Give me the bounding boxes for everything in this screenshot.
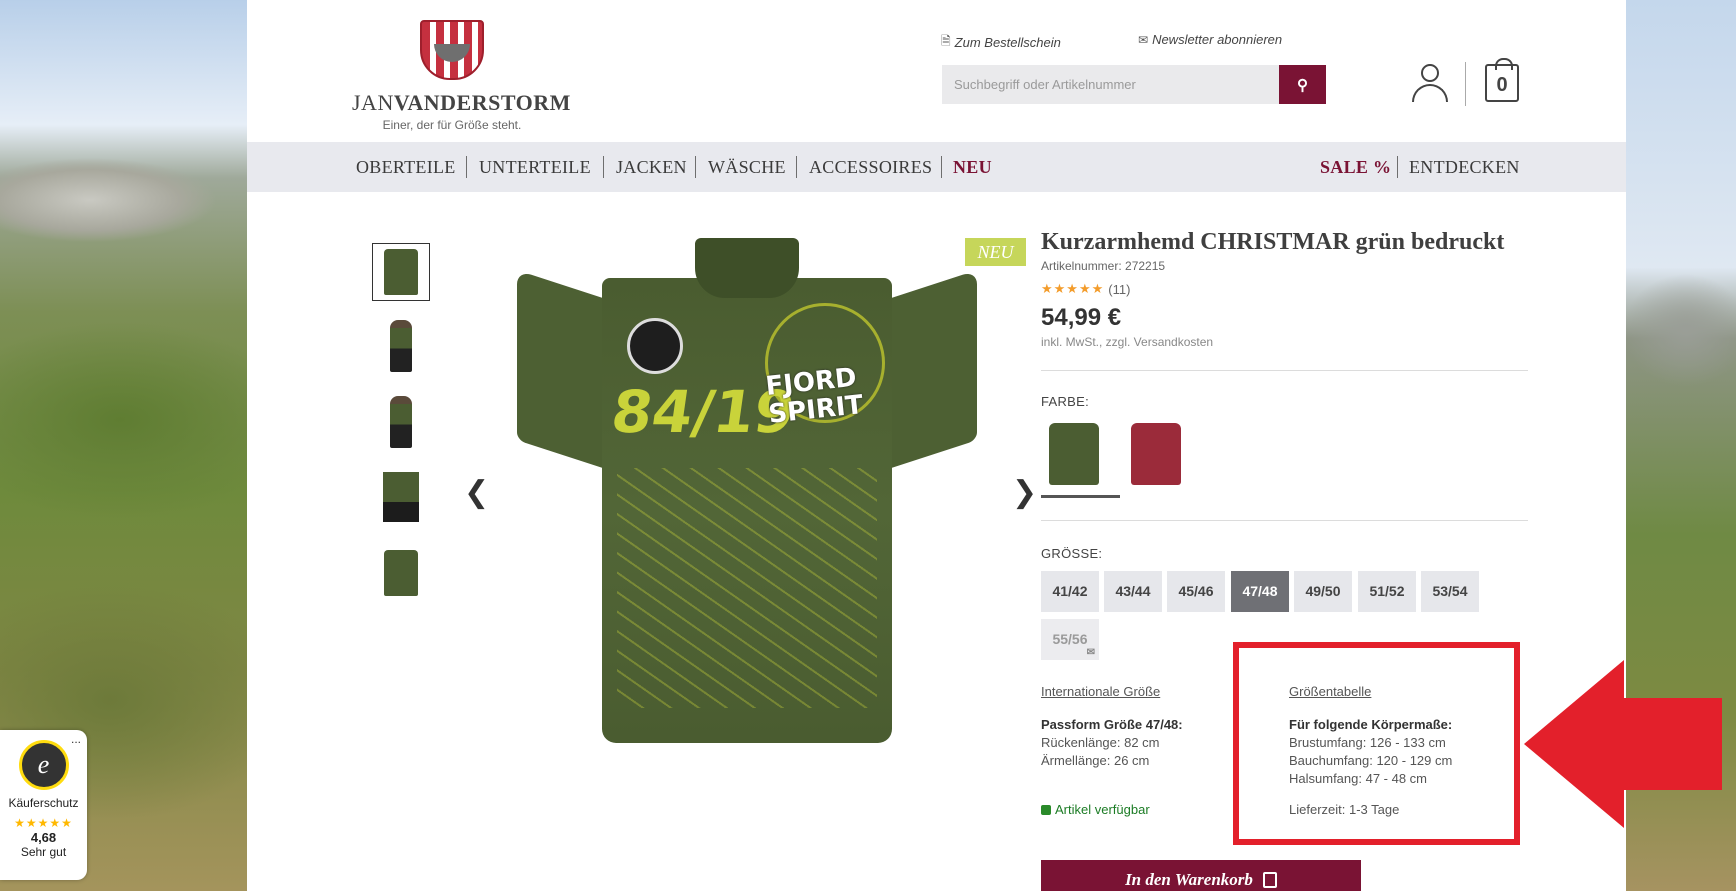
cart-count: 0 (1496, 74, 1508, 96)
nav-item-accessoires[interactable]: ACCESSOIRES (809, 157, 932, 178)
product-price: 54,99 € (1041, 304, 1122, 331)
nav-separator (695, 156, 696, 178)
nav-separator (796, 156, 797, 178)
size-option[interactable]: 41/42 (1041, 571, 1099, 612)
nav-separator (1397, 156, 1398, 178)
product-rating[interactable]: ★★★★★ (11) (1041, 281, 1130, 297)
main-navigation: OBERTEILE UNTERTEILE JACKEN WÄSCHE ACCES… (247, 142, 1626, 192)
new-badge: NEU (965, 238, 1026, 266)
color-option-red[interactable] (1123, 418, 1189, 490)
shirt-print-text: FJORD SPIRIT (764, 362, 865, 430)
carousel-next-button[interactable]: ❯ (1012, 475, 1037, 510)
norway-patch-icon (627, 318, 683, 374)
size-label: GRÖSSE: (1041, 546, 1103, 561)
shopping-bag-icon (1262, 872, 1277, 888)
annotation-highlight-box (1233, 642, 1520, 845)
thumbnail-model-back[interactable] (372, 393, 430, 451)
add-to-cart-button[interactable]: In den Warenkorb (1041, 860, 1361, 891)
article-number: Artikelnummer: 272215 (1041, 259, 1166, 273)
carousel-prev-button[interactable]: ❮ (464, 475, 489, 510)
thumbnail-model-closeup[interactable] (372, 544, 430, 602)
trusted-score: 4,68 (30, 830, 57, 845)
search-bar: ⚲ (942, 65, 1326, 104)
cart-icon[interactable]: 0 (1485, 58, 1519, 102)
logo-name: JANVANDERSTORM (352, 90, 571, 115)
size-option-unavailable[interactable]: 55/56 ✉ (1041, 619, 1099, 660)
more-options-icon[interactable]: ... (71, 732, 81, 746)
size-option[interactable]: 49/50 (1294, 571, 1352, 612)
account-icon[interactable] (1410, 62, 1450, 104)
search-button[interactable]: ⚲ (1279, 65, 1326, 104)
annotation-arrow-icon (1524, 660, 1722, 828)
color-option-green[interactable] (1041, 418, 1120, 498)
nav-item-neu[interactable]: NEU (953, 157, 992, 178)
availability-status: Artikel verfügbar (1041, 802, 1150, 817)
logo-tagline: Einer, der für Größe steht. (382, 118, 522, 132)
availability-icon (1041, 804, 1051, 815)
trusted-rating-text: Sehr gut (20, 845, 67, 859)
buyer-protection-label: Käuferschutz (8, 796, 79, 810)
thumbnail-front[interactable] (372, 243, 430, 301)
rating-stars-icon: ★★★★★ (1041, 281, 1105, 296)
thumbnail-detail[interactable] (372, 468, 430, 526)
search-icon: ⚲ (1297, 76, 1308, 94)
rating-count: (11) (1108, 281, 1131, 297)
divider (1041, 370, 1528, 371)
trusted-shops-seal-icon: e (18, 740, 69, 790)
logo[interactable]: JANVANDERSTORM Einer, der für Größe steh… (352, 20, 571, 132)
fit-info: Passform Größe 47/48: Rückenlänge: 82 cm… (1041, 717, 1183, 768)
size-option[interactable]: 45/46 (1167, 571, 1225, 612)
nav-item-entdecken[interactable]: ENTDECKEN (1409, 157, 1520, 178)
nav-separator (466, 156, 467, 178)
nav-item-unterteile[interactable]: UNTERTEILE (479, 157, 591, 178)
size-option[interactable]: 43/44 (1104, 571, 1162, 612)
size-option[interactable]: 53/54 (1421, 571, 1479, 612)
size-option[interactable]: 51/52 (1358, 571, 1416, 612)
document-icon: 🗎 (941, 34, 951, 48)
trusted-shops-widget[interactable]: ... e Käuferschutz ★★★★★ 4,68 Sehr gut (0, 730, 87, 880)
thumbnail-model-front[interactable] (372, 317, 430, 375)
newsletter-link[interactable]: ✉ Newsletter abonnieren (1138, 32, 1282, 47)
product-title: Kurzarmhemd CHRISTMAR grün bedruckt (1041, 229, 1505, 255)
notify-mail-icon: ✉ (1086, 647, 1095, 658)
nav-item-sale[interactable]: SALE % (1320, 157, 1391, 178)
nav-separator (941, 156, 942, 178)
rating-stars-icon: ★★★★★ (14, 816, 73, 830)
order-form-link[interactable]: 🗎 Zum Bestellschein (941, 32, 1061, 53)
vat-note[interactable]: inkl. MwSt., zzgl. Versandkosten (1041, 335, 1213, 349)
divider (1041, 520, 1528, 521)
nav-item-oberteile[interactable]: OBERTEILE (356, 157, 456, 178)
mail-icon: ✉ (1138, 32, 1149, 47)
product-image[interactable]: 84/19 FJORD SPIRIT (517, 238, 977, 748)
header-divider (1465, 62, 1466, 106)
nav-item-jacken[interactable]: JACKEN (616, 157, 687, 178)
search-input[interactable] (942, 65, 1279, 104)
international-size-link[interactable]: Internationale Größe (1041, 684, 1160, 699)
logo-shield-icon (420, 20, 484, 80)
nav-item-waesche[interactable]: WÄSCHE (708, 157, 786, 178)
nav-separator (603, 156, 604, 178)
color-label: FARBE: (1041, 394, 1090, 409)
size-option-selected[interactable]: 47/48 (1231, 571, 1289, 612)
